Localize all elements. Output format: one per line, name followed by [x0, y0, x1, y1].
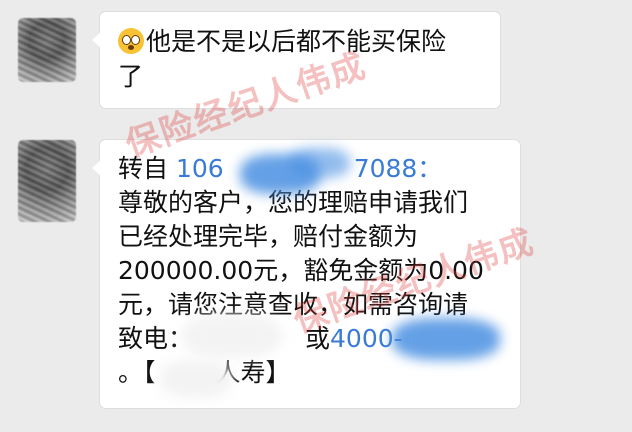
signature-start: 。【 [118, 358, 156, 387]
redaction-blur [392, 318, 500, 360]
redaction-blur [182, 315, 282, 357]
sender-avatar[interactable] [18, 18, 76, 82]
redaction-blur [160, 360, 232, 398]
sender-number-end[interactable]: 7088： [354, 154, 443, 183]
chat-window: 他是不是以后都不能买保险 了 转自 106 7088： 尊敬的客户，您的理赔申请我… [0, 0, 632, 432]
sender-number-start[interactable]: 106 [176, 154, 224, 183]
astonished-face-icon [118, 28, 144, 54]
sender-avatar[interactable] [18, 140, 76, 222]
redaction-blur [290, 148, 350, 178]
